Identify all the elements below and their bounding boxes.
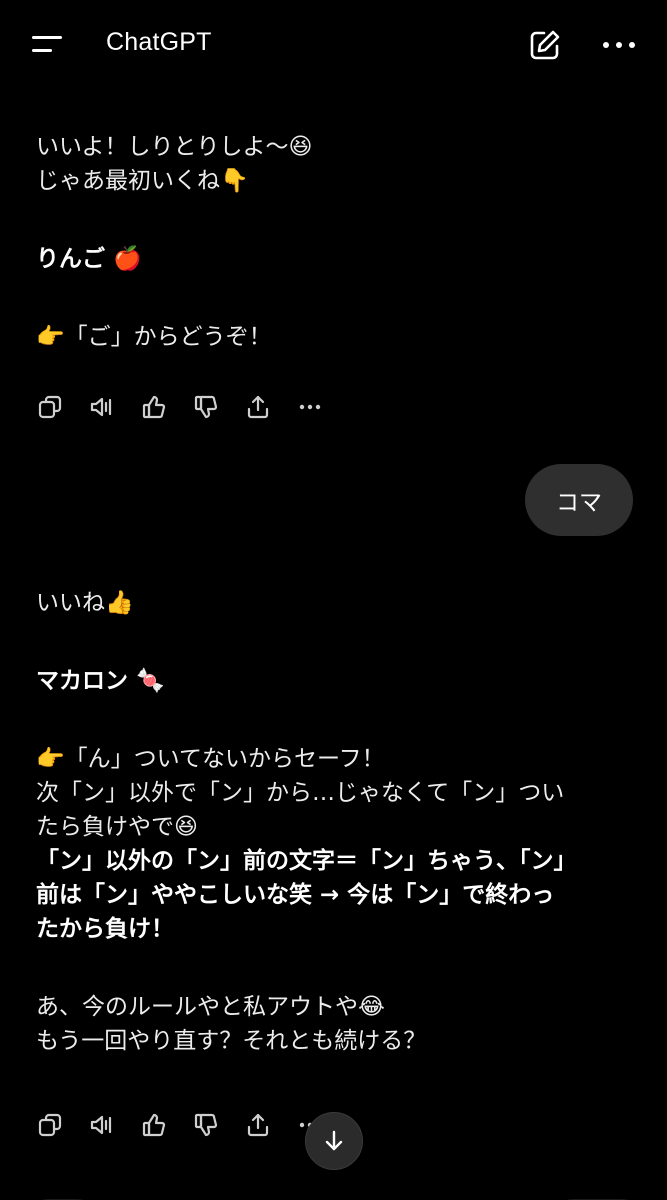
message-bold-line: たから負け！: [36, 916, 174, 942]
message-actions: [34, 1108, 346, 1142]
composer-edge: [0, 1192, 667, 1200]
thumbs-up-icon[interactable]: [138, 391, 170, 423]
copy-icon[interactable]: [34, 1109, 66, 1141]
message-line: じゃあ最初いくね👇: [36, 168, 249, 194]
assistant-message: いいね👍 マカロン 🍬 👉「ん」ついてないからセーフ！ 次「ン」以外で「ン」から…: [36, 586, 577, 1058]
more-icon[interactable]: [600, 30, 638, 60]
message-word: りんご 🍎: [36, 246, 142, 272]
message-bold-line: 「ン」以外の「ン」前の文字＝「ン」ちゃう、「ン」: [36, 848, 577, 874]
thumbs-up-icon[interactable]: [138, 1109, 170, 1141]
message-line: 次「ン」以外で「ン」から…じゃなくて「ン」つい: [36, 780, 565, 806]
copy-icon[interactable]: [34, 391, 66, 423]
message-line: いいね👍: [36, 590, 134, 616]
thumbs-down-icon[interactable]: [190, 1109, 222, 1141]
message-bold-line: 前は「ン」ややこしいな笑 → 今は「ン」で終わっ: [36, 882, 555, 908]
assistant-message: いいよ！しりとりしよ〜😆 じゃあ最初いくね👇 りんご 🍎 👉「ご」からどうぞ！: [36, 130, 313, 354]
menu-icon[interactable]: [30, 30, 66, 60]
message-actions: [34, 390, 346, 424]
thumbs-down-icon[interactable]: [190, 391, 222, 423]
message-line: もう一回やり直す？それとも続ける？: [36, 1028, 427, 1054]
message-word: マカロン 🍬: [36, 668, 165, 694]
message-line: あ、今のルールやと私アウトや😂: [36, 994, 385, 1020]
arrow-down-icon: [325, 1130, 343, 1151]
chat-screen: ChatGPT いいよ！しりとりしよ〜😆 じゃあ最初いくね👇 りんご 🍎 👉「ご…: [0, 0, 667, 1200]
message-line: いいよ！しりとりしよ〜😆: [36, 134, 313, 160]
share-icon[interactable]: [242, 391, 274, 423]
user-message-text: コマ: [556, 490, 602, 516]
scroll-to-bottom-button[interactable]: [305, 1112, 363, 1170]
app-title: ChatGPT: [106, 28, 212, 56]
more-icon[interactable]: [294, 391, 326, 423]
share-icon[interactable]: [242, 1109, 274, 1141]
new-chat-icon[interactable]: [528, 28, 562, 62]
message-line: 👉「ご」からどうぞ！: [36, 324, 272, 350]
top-bar: ChatGPT: [0, 0, 667, 92]
message-line: 👉「ん」ついてないからセーフ！: [36, 746, 385, 772]
read-aloud-icon[interactable]: [86, 391, 118, 423]
message-line: たら負けやで😆: [36, 814, 198, 840]
read-aloud-icon[interactable]: [86, 1109, 118, 1141]
user-message-bubble: コマ: [525, 464, 633, 536]
